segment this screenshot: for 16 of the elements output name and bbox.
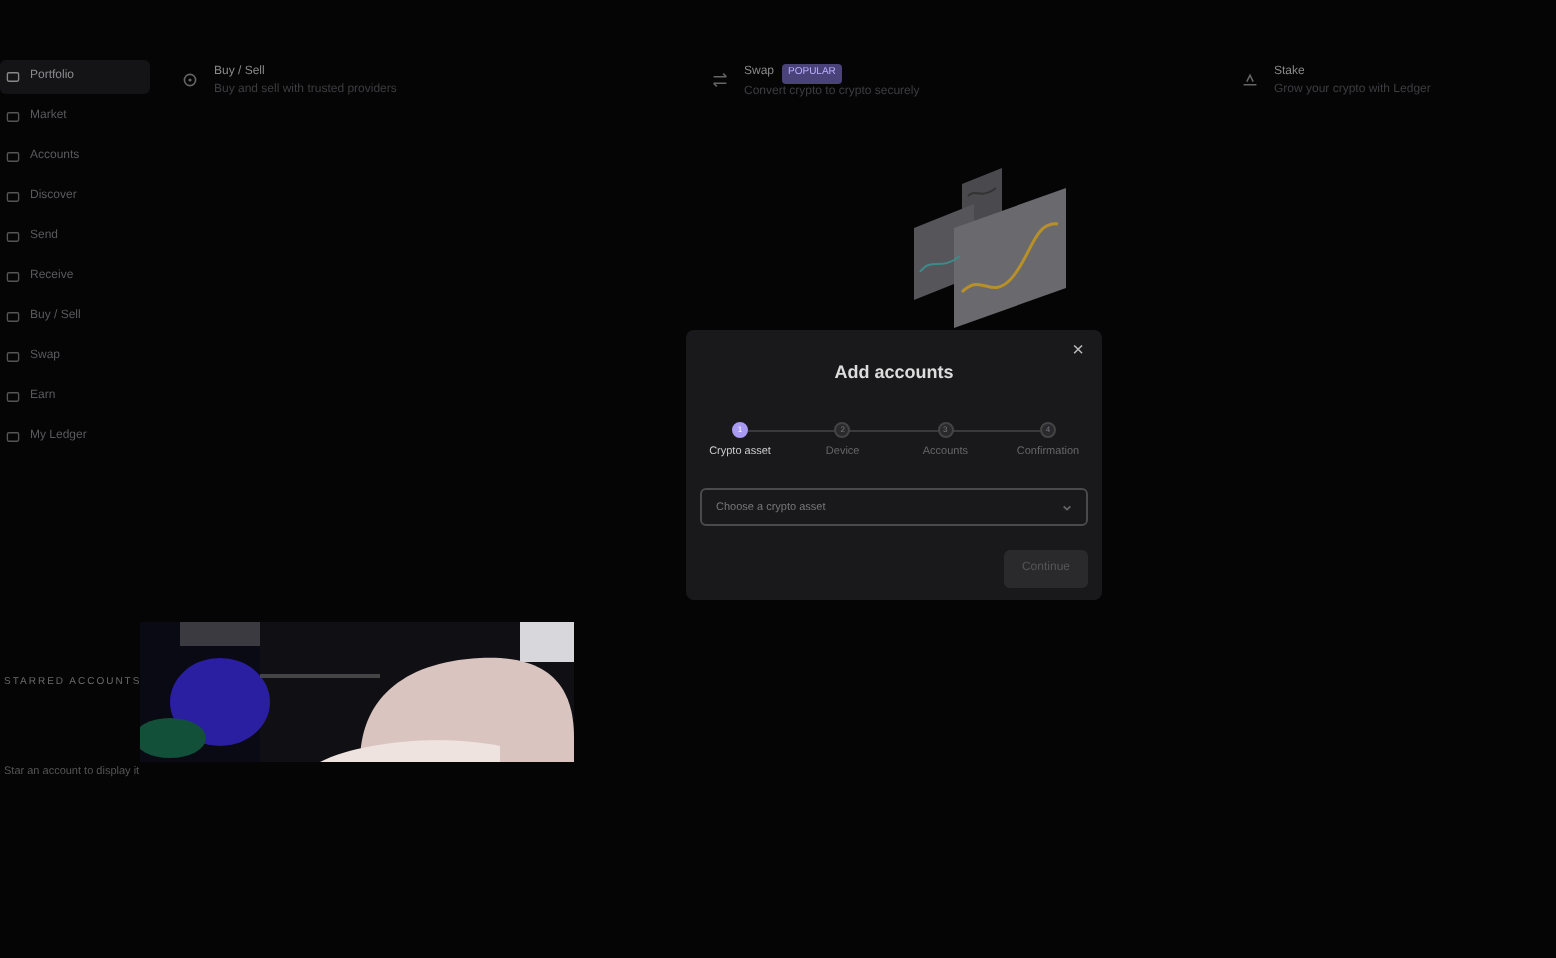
menu-item-icon (6, 150, 20, 164)
modal-title: Add accounts (834, 362, 954, 382)
menu-item-icon (6, 190, 20, 204)
menu-item-icon (6, 70, 20, 84)
coin-icon (182, 72, 198, 88)
close-button[interactable]: × (1068, 342, 1088, 362)
menu-item-icon (6, 110, 20, 124)
stake-icon (1242, 72, 1258, 88)
chevron-down-icon (1062, 503, 1072, 512)
menu-item-icon (6, 230, 20, 244)
menu-item-icon (6, 270, 20, 284)
menu-item-icon (6, 350, 20, 364)
swap-icon (712, 72, 728, 88)
menu-item-icon (6, 310, 20, 324)
menu-item-icon (6, 390, 20, 404)
menu-item-icon (6, 430, 20, 444)
